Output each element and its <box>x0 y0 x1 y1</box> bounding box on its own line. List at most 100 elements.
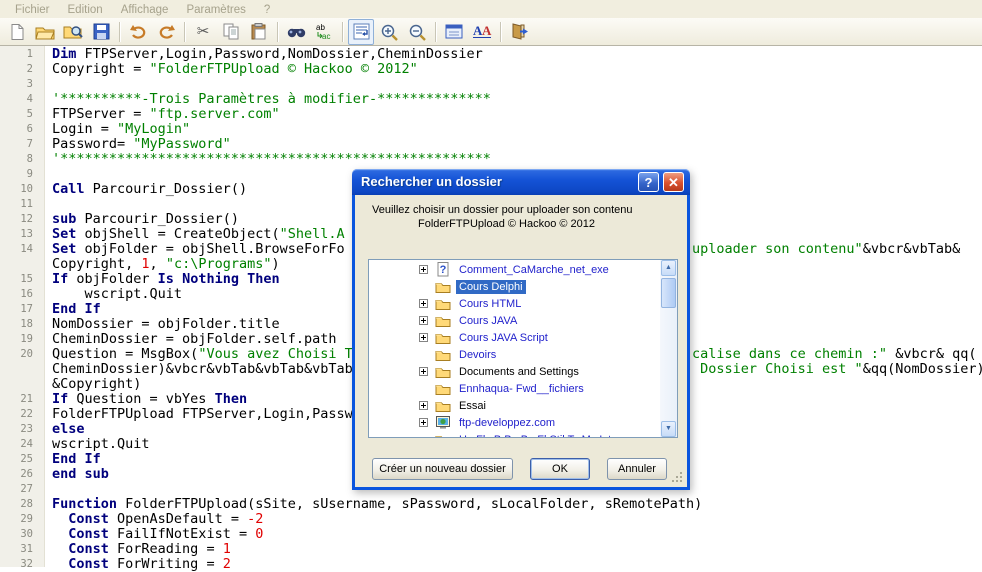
line-number <box>0 377 44 392</box>
scroll-up-button[interactable]: ▲ <box>661 260 676 276</box>
code-line-fragment[interactable]: uploader son contenu"&vbcr&vbTab& <box>692 242 960 257</box>
code-line[interactable]: Const FailIfNotExist = 0 <box>52 527 982 542</box>
line-number: 15 <box>0 272 44 287</box>
cancel-button[interactable]: Annuler <box>607 458 667 480</box>
expand-plus-icon[interactable] <box>419 367 428 376</box>
undo-icon[interactable] <box>125 19 151 45</box>
expand-plus-icon[interactable] <box>419 265 428 274</box>
tree-item[interactable]: Devoirs <box>369 346 660 363</box>
line-number: 18 <box>0 317 44 332</box>
line-number: 3 <box>0 77 44 92</box>
create-folder-button[interactable]: Créer un nouveau dossier <box>372 458 513 480</box>
redo-icon[interactable] <box>153 19 179 45</box>
code-line[interactable]: Const OpenAsDefault = -2 <box>52 512 982 527</box>
dialog-titlebar[interactable]: Rechercher un dossier ? ✕ <box>352 169 690 195</box>
copy-icon[interactable] <box>218 19 244 45</box>
zoom-in-icon[interactable] <box>376 19 402 45</box>
scroll-down-button[interactable]: ▼ <box>661 421 676 437</box>
tree-item-label: Cours JAVA <box>456 314 520 328</box>
code-line[interactable]: Const ForReading = 1 <box>52 542 982 557</box>
line-number: 10 <box>0 182 44 197</box>
code-line[interactable]: Copyright = "FolderFTPUpload © Hackoo © … <box>52 62 982 77</box>
line-number: 24 <box>0 437 44 452</box>
expand-plus-icon[interactable] <box>419 401 428 410</box>
tree-item[interactable]: Cours JAVA <box>369 312 660 329</box>
line-number: 23 <box>0 422 44 437</box>
line-number <box>0 257 44 272</box>
expand-plus-icon[interactable] <box>419 333 428 342</box>
dialog-body: Veuillez choisir un dossier pour uploade… <box>352 195 690 490</box>
output-pane-icon[interactable] <box>441 19 467 45</box>
scrollbar-thumb[interactable] <box>661 278 676 308</box>
menu-item-fichier[interactable]: Fichier <box>6 2 59 17</box>
tree-scrollbar[interactable]: ▲ ▼ <box>660 260 677 437</box>
tree-item[interactable]: ?Comment_CaMarche_net_exe <box>369 261 660 278</box>
folder-icon <box>435 365 451 378</box>
tree-item-label: Essai <box>456 399 489 413</box>
code-line[interactable] <box>52 77 982 92</box>
menu-item-affichage[interactable]: Affichage <box>112 2 178 17</box>
dialog-instruction-line1: Veuillez choisir un dossier pour uploade… <box>372 204 633 216</box>
line-number <box>0 362 44 377</box>
tree-item-label: Cours HTML <box>456 297 524 311</box>
line-number: 30 <box>0 527 44 542</box>
menu-item-?[interactable]: ? <box>255 2 279 17</box>
paste-icon[interactable] <box>246 19 272 45</box>
tree-item-label: ftp-developpez.com <box>456 416 558 430</box>
menu-item-edition[interactable]: Edition <box>59 2 112 17</box>
tree-item[interactable]: Essai <box>369 397 660 414</box>
resize-grip[interactable] <box>672 472 683 483</box>
exit-icon[interactable] <box>506 19 532 45</box>
line-number: 2 <box>0 62 44 77</box>
toolbar-separator <box>277 22 278 42</box>
svg-text:?: ? <box>440 264 447 276</box>
cut-icon[interactable]: ✂ <box>190 19 216 45</box>
line-number: 20 <box>0 347 44 362</box>
expand-plus-icon[interactable] <box>419 316 428 325</box>
browse-folder-icon[interactable] <box>60 19 86 45</box>
replace-icon[interactable]: abac <box>311 19 337 45</box>
tree-item-label: Devoirs <box>456 348 499 362</box>
tree-item[interactable]: Cours JAVA Script <box>369 329 660 346</box>
code-line-fragment[interactable]: calise dans ce chemin :" &vbcr& qq( <box>692 347 976 362</box>
open-file-icon[interactable] <box>32 19 58 45</box>
tree-item-label: Cours JAVA Script <box>456 331 551 345</box>
dialog-close-button[interactable]: ✕ <box>663 172 684 192</box>
expand-plus-icon[interactable] <box>419 299 428 308</box>
browse-folder-dialog: Rechercher un dossier ? ✕ Veuillez chois… <box>352 169 690 490</box>
word-wrap-icon[interactable] <box>348 19 374 45</box>
save-icon[interactable] <box>88 19 114 45</box>
toolbar-separator <box>435 22 436 42</box>
line-number: 17 <box>0 302 44 317</box>
dialog-help-button[interactable]: ? <box>638 172 659 192</box>
tree-item[interactable]: Cours Delphi <box>369 278 660 295</box>
find-icon[interactable] <box>283 19 309 45</box>
code-line[interactable]: FTPServer = "ftp.server.com" <box>52 107 982 122</box>
toolbar: ✂ abac AA <box>0 18 982 46</box>
code-line[interactable]: Dim FTPServer,Login,Password,NomDossier,… <box>52 47 982 62</box>
code-line[interactable]: '**********-Trois Paramètres à modifier-… <box>52 92 982 107</box>
code-line[interactable]: Const ForWriting = 2 <box>52 557 982 572</box>
line-number: 1 <box>0 47 44 62</box>
tree-item[interactable]: Documents and Settings <box>369 363 660 380</box>
tree-item-label: Ha Fly B Ba Ba Fl Stil Ts Ms L t <box>456 433 614 439</box>
new-document-icon[interactable] <box>4 19 30 45</box>
tree-item[interactable]: Ha Fly B Ba Ba Fl Stil Ts Ms L t <box>369 431 660 438</box>
menu-bar: FichierEditionAffichageParamètres? <box>0 0 982 18</box>
tree-item[interactable]: ftp-developpez.com <box>369 414 660 431</box>
line-number: 8 <box>0 152 44 167</box>
ok-button[interactable]: OK <box>530 458 590 480</box>
menu-item-paramtres[interactable]: Paramètres <box>177 2 254 17</box>
code-line[interactable]: '***************************************… <box>52 152 982 167</box>
tree-item[interactable]: Cours HTML <box>369 295 660 312</box>
code-line-fragment[interactable]: Dossier Choisi est "&qq(NomDossier) <box>692 362 982 377</box>
font-icon[interactable]: AA <box>469 19 495 45</box>
tree-item[interactable]: Ennhaqua- Fwd__fichiers <box>369 380 660 397</box>
code-line[interactable]: Password= "MyPassword" <box>52 137 982 152</box>
tree-item-label: Cours Delphi <box>456 280 526 294</box>
code-line[interactable]: Function FolderFTPUpload(sSite, sUsernam… <box>52 497 982 512</box>
line-number: 11 <box>0 197 44 212</box>
code-line[interactable]: Login = "MyLogin" <box>52 122 982 137</box>
zoom-out-icon[interactable] <box>404 19 430 45</box>
expand-plus-icon[interactable] <box>419 418 428 427</box>
